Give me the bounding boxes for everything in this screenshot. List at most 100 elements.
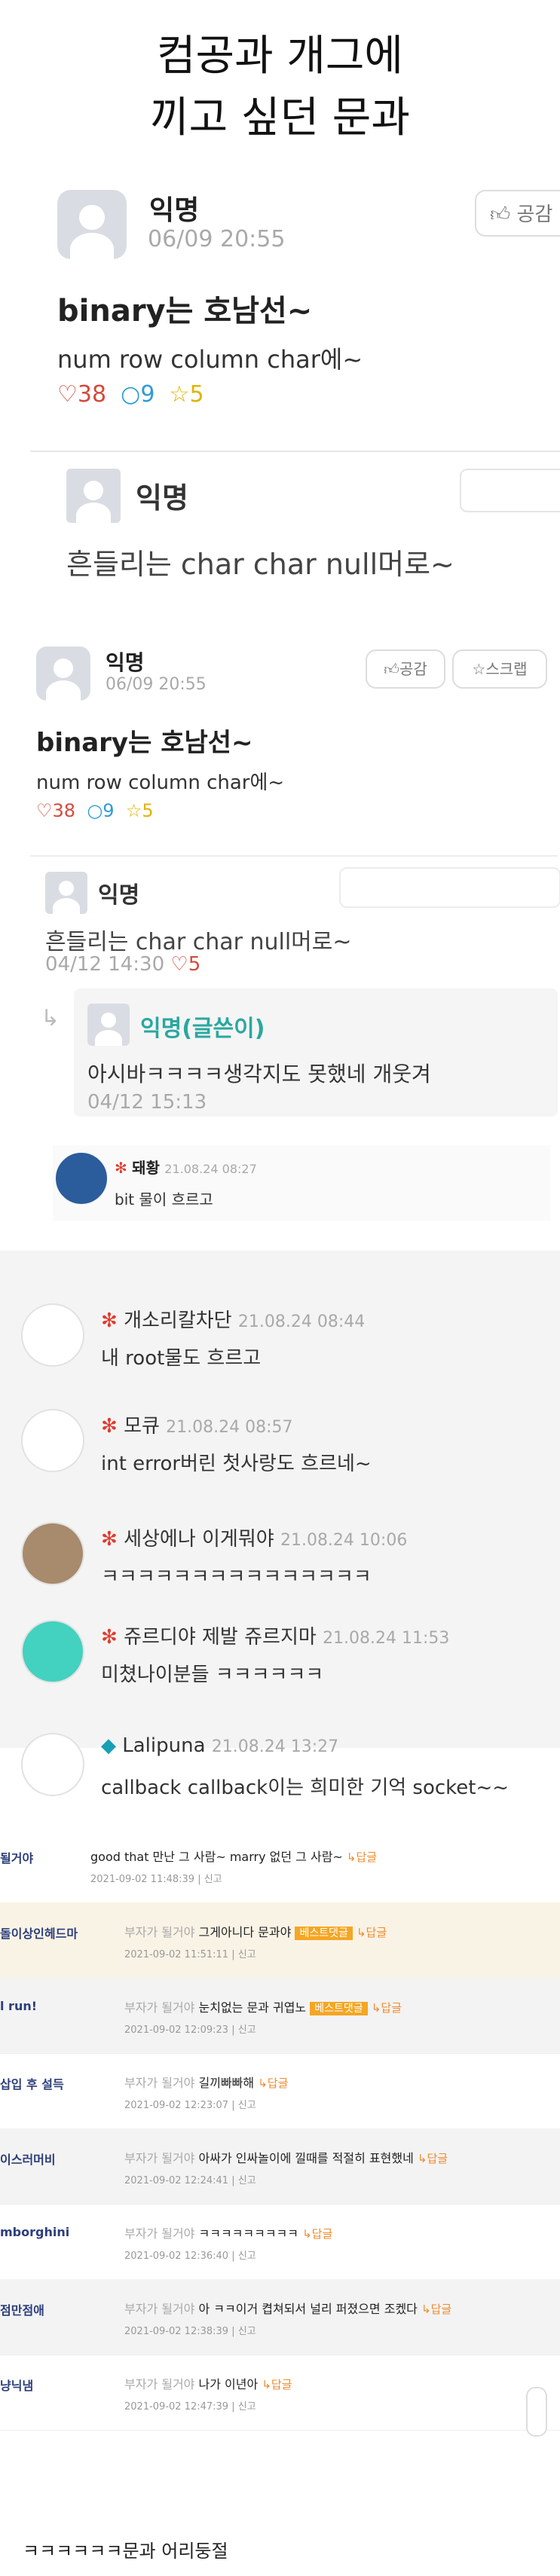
fish-icon: ◆ — [101, 1734, 116, 1757]
empathy-button[interactable]: 👍︎ 공감 — [475, 190, 560, 237]
nickname[interactable]: 점만점애 — [0, 2300, 44, 2318]
report-link[interactable]: 신고 — [238, 2100, 256, 2111]
comment-line: 부자가 될거야 나가 이년아 ↳답글 — [124, 2374, 292, 2392]
comment-line: 부자가 될거야 그게아니다 문과야 베스트댓글 ↳답글 — [124, 1922, 387, 1940]
like-count: 38 — [52, 800, 76, 821]
post-date: 06/09 20:55 — [106, 675, 207, 694]
star-count: 5 — [142, 800, 154, 821]
comment-line: 부자가 될거야 아 ㅋㅋ이거 켭쳐되서 널리 퍼졌으면 조켔다 ↳답글 — [124, 2299, 451, 2317]
avatar — [21, 1409, 84, 1472]
report-link[interactable]: 신고 — [238, 2024, 256, 2036]
reply-date: 04/12 15:13 — [87, 1091, 207, 1114]
report-link[interactable]: 신고 — [238, 2251, 256, 2262]
comment-date: 21.08.24 08:27 — [164, 1162, 257, 1176]
scrollbar-thumb[interactable] — [526, 2387, 547, 2437]
comment-date: 2021-09-02 11:51:11 — [124, 1949, 229, 1960]
comment-meta: 2021-09-02 12:23:07 | 신고 — [124, 2100, 256, 2111]
report-link[interactable]: 신고 — [204, 1874, 222, 1885]
comment-header: ◆ Lalipuna 21.08.24 13:27 — [101, 1734, 338, 1757]
comment-meta: 2021-09-02 11:51:11 | 신고 — [124, 1949, 256, 1960]
comment-text: 그게아니다 문과야 — [198, 1925, 292, 1939]
empathy-button[interactable]: 👍︎공감 — [366, 649, 445, 689]
comment-meta: 2021-09-02 12:38:39 | 신고 — [124, 2326, 256, 2337]
reply-target: 부자가 될거야 — [124, 2000, 195, 2015]
comment-text: int error버린 첫사랑도 흐르네~ — [101, 1453, 372, 1475]
footer-text: ㅋㅋㅋㅋㅋㅋ문과 어리둥절 — [23, 2541, 228, 2562]
comment-count: 9 — [103, 800, 115, 821]
comment-icon: ○ — [121, 381, 141, 408]
comment-text: 내 root물도 흐르고 — [101, 1347, 262, 1370]
nickname[interactable]: mborghini — [0, 2225, 69, 2239]
reply-link[interactable]: ↳답글 — [302, 2227, 332, 2241]
comment-text: 나가 이년아 — [198, 2377, 259, 2391]
nickname[interactable]: 이스러머비 — [0, 2150, 56, 2168]
comment-header: ✻ 개소리칼차단 21.08.24 08:44 — [101, 1305, 365, 1333]
nickname[interactable]: 돌이상인헤드마 — [0, 1924, 78, 1942]
reply-link[interactable]: ↳답글 — [421, 2303, 451, 2316]
comment-line: 부자가 될거야 ㅋㅋㅋㅋㅋㅋㅋㅋㅋ ↳답글 — [124, 2223, 332, 2241]
reply-target: 부자가 될거야 — [124, 2302, 195, 2316]
post-date: 06/09 20:55 — [148, 226, 286, 252]
nickname[interactable]: 냥닉냄 — [0, 2376, 33, 2394]
comment-date: 2021-09-02 12:38:39 — [124, 2326, 229, 2337]
star-icon: ☆ — [125, 800, 142, 821]
reply-link[interactable]: ↳답글 — [372, 2001, 402, 2015]
report-link[interactable]: 신고 — [238, 2326, 256, 2337]
post-headline: binary는 호남선~ — [36, 728, 253, 758]
comment-date: 21.08.24 10:06 — [280, 1531, 408, 1550]
comment-line: 부자가 될거야 길끼빠빠해 ↳답글 — [124, 2073, 288, 2091]
best-badge: 베스트댓글 — [310, 2002, 368, 2015]
comment-meta: 2021-09-02 11:48:39 | 신고 — [90, 1874, 222, 1885]
avatar — [87, 1004, 130, 1046]
comment-line: 부자가 될거야 눈치없는 문과 귀엽노 베스트댓글 ↳답글 — [124, 1997, 402, 2015]
reply-target: 부자가 될거야 — [124, 2226, 195, 2241]
comment-text: callback callback이는 희미한 기억 socket~~ — [101, 1777, 510, 1799]
reply-card: ↳ 익명(글쓴이) 아시바ㅋㅋㅋㅋ생각지도 못했네 개웃겨 04/12 15:1… — [30, 989, 558, 1117]
comment-line: good that 만난 그 사람~ marry 없던 그 사람~ ↳답글 — [90, 1847, 377, 1865]
like-icon: ♡ — [36, 800, 53, 821]
post-card-1: 익명 06/09 20:55 👍︎ 공감 binary는 호남선~ num ro… — [53, 173, 560, 422]
thumbs-up-icon: 👍︎ — [384, 660, 400, 678]
comment-author: 세상에나 이게뭐야 — [124, 1528, 274, 1551]
post-stats: ♡38 ○9 ☆5 — [57, 381, 204, 408]
like-icon: ♡ — [57, 381, 78, 408]
best-badge: 베스트댓글 — [295, 1927, 353, 1940]
avatar — [57, 190, 127, 259]
comment-date: 2021-09-02 12:23:07 — [124, 2100, 229, 2111]
avatar — [66, 469, 121, 523]
nickname[interactable]: 삽입 후 설득 — [0, 2074, 64, 2092]
comment-action-box[interactable] — [339, 867, 560, 908]
reply-link[interactable]: ↳답글 — [418, 2152, 448, 2165]
nickname[interactable]: l run! — [0, 1999, 37, 2013]
reply-link[interactable]: ↳답글 — [347, 1850, 377, 1864]
report-link[interactable]: 신고 — [238, 2175, 256, 2186]
comment-header: ✻ 모큐 21.08.24 08:57 — [101, 1410, 293, 1438]
comment-date: 21.08.24 11:53 — [323, 1629, 450, 1648]
comment-text: ㅋㅋㅋㅋㅋㅋㅋㅋㅋㅋㅋㅋㅋㅋㅋ — [101, 1566, 372, 1588]
comment-count: 9 — [140, 381, 155, 408]
reply-link[interactable]: ↳답글 — [258, 2076, 288, 2090]
comment-card-2: 익명 흔들리는 char char null머로~ 04/12 14:30 ♡5 — [30, 855, 560, 976]
reply-author: 익명(글쓴이) — [140, 1016, 265, 1042]
comment-date: 21.08.24 08:44 — [237, 1312, 366, 1331]
nickname[interactable]: 될거야 — [0, 1848, 33, 1866]
empathy-label: 공감 — [399, 660, 427, 678]
comment-card-1: 익명 흔들리는 char char null머로~ — [30, 451, 560, 588]
post-body: num row column char에~ — [57, 345, 363, 374]
report-link[interactable]: 신고 — [238, 1949, 256, 1960]
comment-line: 부자가 될거야 아싸가 인싸놀이에 낄때를 적절히 표현했네 ↳답글 — [124, 2148, 448, 2166]
report-link[interactable]: 신고 — [238, 2401, 256, 2413]
reply-link[interactable]: ↳답글 — [357, 1926, 387, 1939]
comment-text: 미쳤나이분들 ㅋㅋㅋㅋㅋㅋ — [101, 1664, 324, 1686]
dc-comment-item: ✻ 모큐 21.08.24 08:57 int error버린 첫사랑도 흐르네… — [21, 1401, 549, 1492]
reply-link[interactable]: ↳답글 — [262, 2378, 292, 2391]
reply-target: 부자가 될거야 — [124, 2151, 195, 2165]
crab-icon: ✻ — [101, 1415, 118, 1438]
scrap-button[interactable]: ☆스크랩 — [452, 649, 547, 689]
comment-author: 익명 — [98, 882, 140, 909]
post-headline: binary는 호남선~ — [57, 294, 313, 328]
empathy-label: 공감 — [516, 203, 553, 226]
crab-icon: ✻ — [101, 1528, 118, 1551]
reply-arrow-icon: ↳ — [41, 1005, 60, 1031]
dc-comment-item: ◆ Lalipuna 21.08.24 13:27 callback callb… — [21, 1725, 549, 1816]
